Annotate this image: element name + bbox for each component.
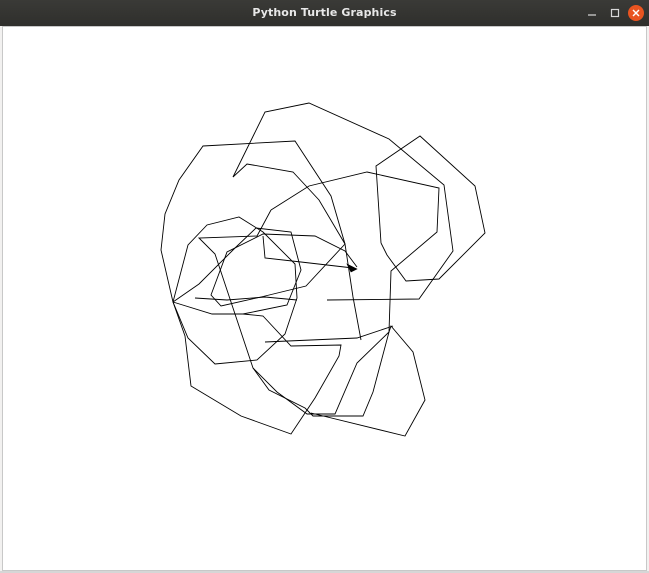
drawn-polygon bbox=[210, 163, 358, 307]
turtle-canvas[interactable] bbox=[2, 26, 647, 571]
title-bar[interactable]: Python Turtle Graphics bbox=[0, 0, 649, 26]
turtle-drawing bbox=[160, 102, 486, 437]
maximize-icon bbox=[610, 8, 620, 18]
close-button[interactable] bbox=[628, 5, 644, 21]
window-title: Python Turtle Graphics bbox=[252, 6, 397, 19]
drawn-polygon bbox=[232, 102, 454, 301]
minimize-icon bbox=[588, 14, 596, 16]
drawn-polygon bbox=[172, 216, 298, 365]
drawn-polygon bbox=[252, 325, 426, 437]
turtle-window: Python Turtle Graphics bbox=[0, 0, 649, 573]
maximize-button[interactable] bbox=[607, 5, 623, 21]
drawn-polygon bbox=[197, 171, 440, 415]
minimize-button[interactable] bbox=[584, 5, 600, 21]
drawn-polygon bbox=[194, 296, 298, 301]
drawn-polygon bbox=[264, 325, 394, 343]
drawn-polygon bbox=[375, 135, 486, 282]
close-icon bbox=[632, 9, 640, 17]
drawn-polygon bbox=[262, 235, 354, 269]
